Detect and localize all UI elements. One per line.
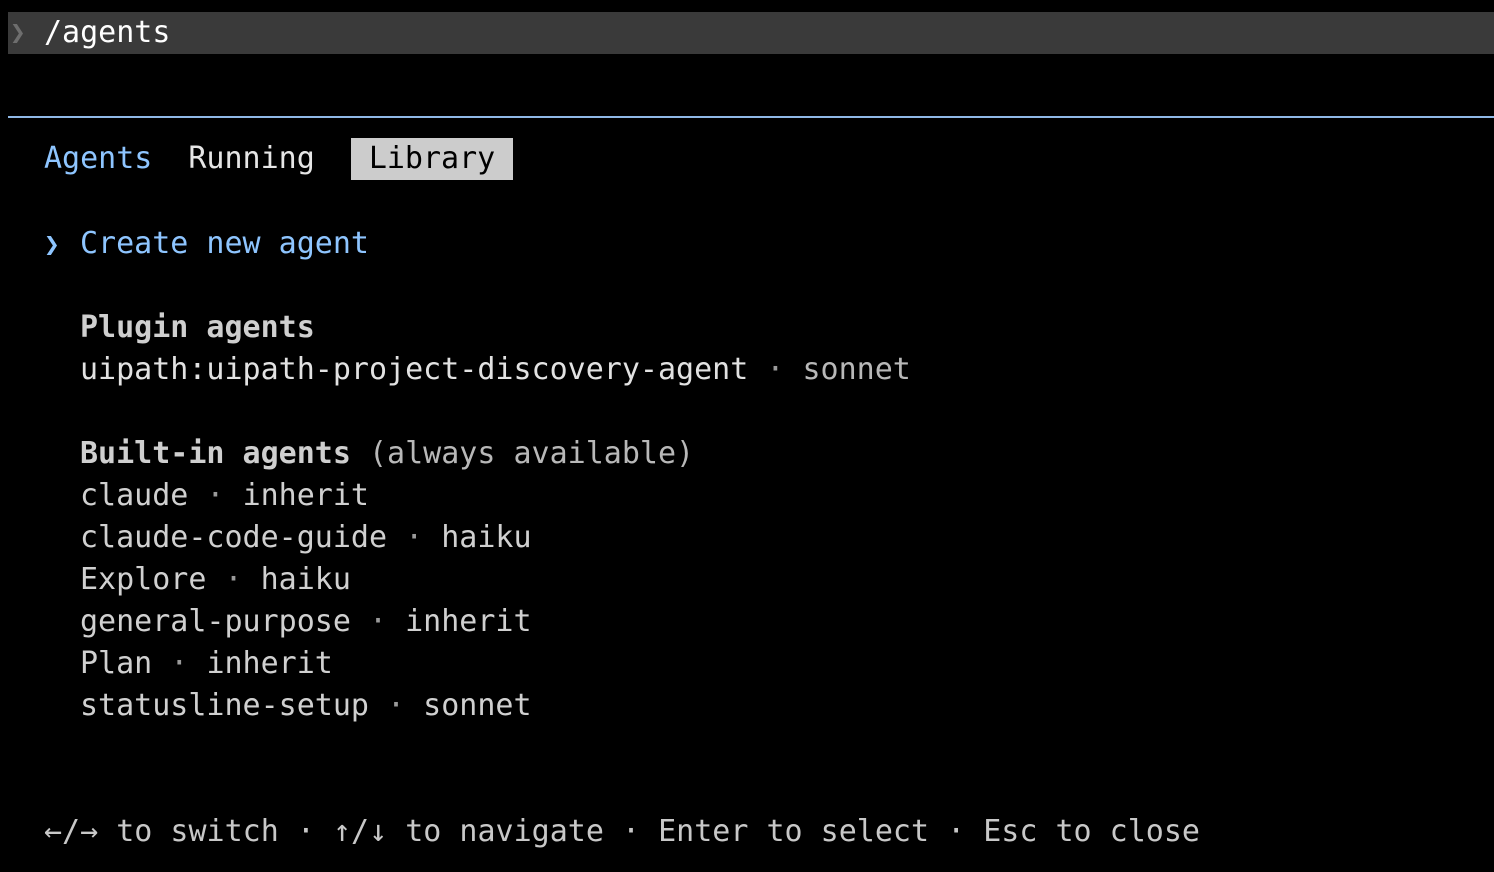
separator: ·	[368, 688, 424, 723]
agent-model: sonnet	[802, 352, 911, 387]
create-new-agent-item[interactable]: ❯ Create new agent	[44, 223, 369, 265]
tab-running[interactable]: Running	[188, 138, 314, 180]
selection-chevron-icon: ❯	[44, 230, 60, 260]
tab-agents[interactable]: Agents	[44, 138, 152, 180]
command-bar[interactable]: ❯ /agents	[8, 12, 1494, 54]
plugin-agents-title: Plugin agents	[80, 310, 315, 345]
agent-model: haiku	[260, 562, 351, 597]
command-input[interactable]: /agents	[44, 12, 170, 54]
agent-model: inherit	[206, 646, 333, 681]
agent-model: inherit	[405, 604, 532, 639]
list-item-agent[interactable]: Plan · inherit	[80, 643, 333, 685]
tab-library[interactable]: Library	[350, 138, 514, 180]
create-new-agent-label: Create new agent	[80, 226, 369, 261]
builtin-agents-note: (always available)	[369, 436, 695, 471]
list-item-agent[interactable]: general-purpose · inherit	[80, 601, 532, 643]
agent-name: uipath:uipath-project-discovery-agent	[80, 352, 749, 387]
separator: ·	[350, 604, 406, 639]
agent-model: inherit	[242, 478, 369, 513]
panel-divider	[8, 116, 1494, 118]
list-item-agent[interactable]: statusline-setup · sonnet	[80, 685, 532, 727]
agent-name: claude-code-guide	[80, 520, 388, 555]
list-item-agent[interactable]: claude-code-guide · haiku	[80, 517, 532, 559]
tab-bar: Agents Running Library	[44, 138, 514, 180]
list-item-agent[interactable]: claude · inherit	[80, 475, 369, 517]
builtin-agents-title: Built-in agents	[80, 436, 351, 471]
agent-name: Plan	[80, 646, 153, 681]
agent-name: statusline-setup	[80, 688, 369, 723]
builtin-agents-heading: Built-in agents (always available)	[80, 433, 694, 475]
keyboard-hints: ←/→ to switch · ↑/↓ to navigate · Enter …	[44, 814, 1200, 849]
agent-name: general-purpose	[80, 604, 351, 639]
separator: ·	[152, 646, 207, 681]
separator: ·	[188, 478, 243, 513]
separator: ·	[206, 562, 261, 597]
separator: ·	[387, 520, 442, 555]
separator: ·	[748, 352, 803, 387]
agent-model: sonnet	[423, 688, 532, 723]
chevron-right-icon: ❯	[10, 18, 26, 48]
agent-name: Explore	[80, 562, 207, 597]
plugin-agents-heading: Plugin agents	[80, 307, 315, 349]
agent-name: claude	[80, 478, 189, 513]
list-item-agent[interactable]: Explore · haiku	[80, 559, 351, 601]
list-item-plugin-agent[interactable]: uipath:uipath-project-discovery-agent · …	[80, 349, 911, 391]
agent-model: haiku	[441, 520, 532, 555]
